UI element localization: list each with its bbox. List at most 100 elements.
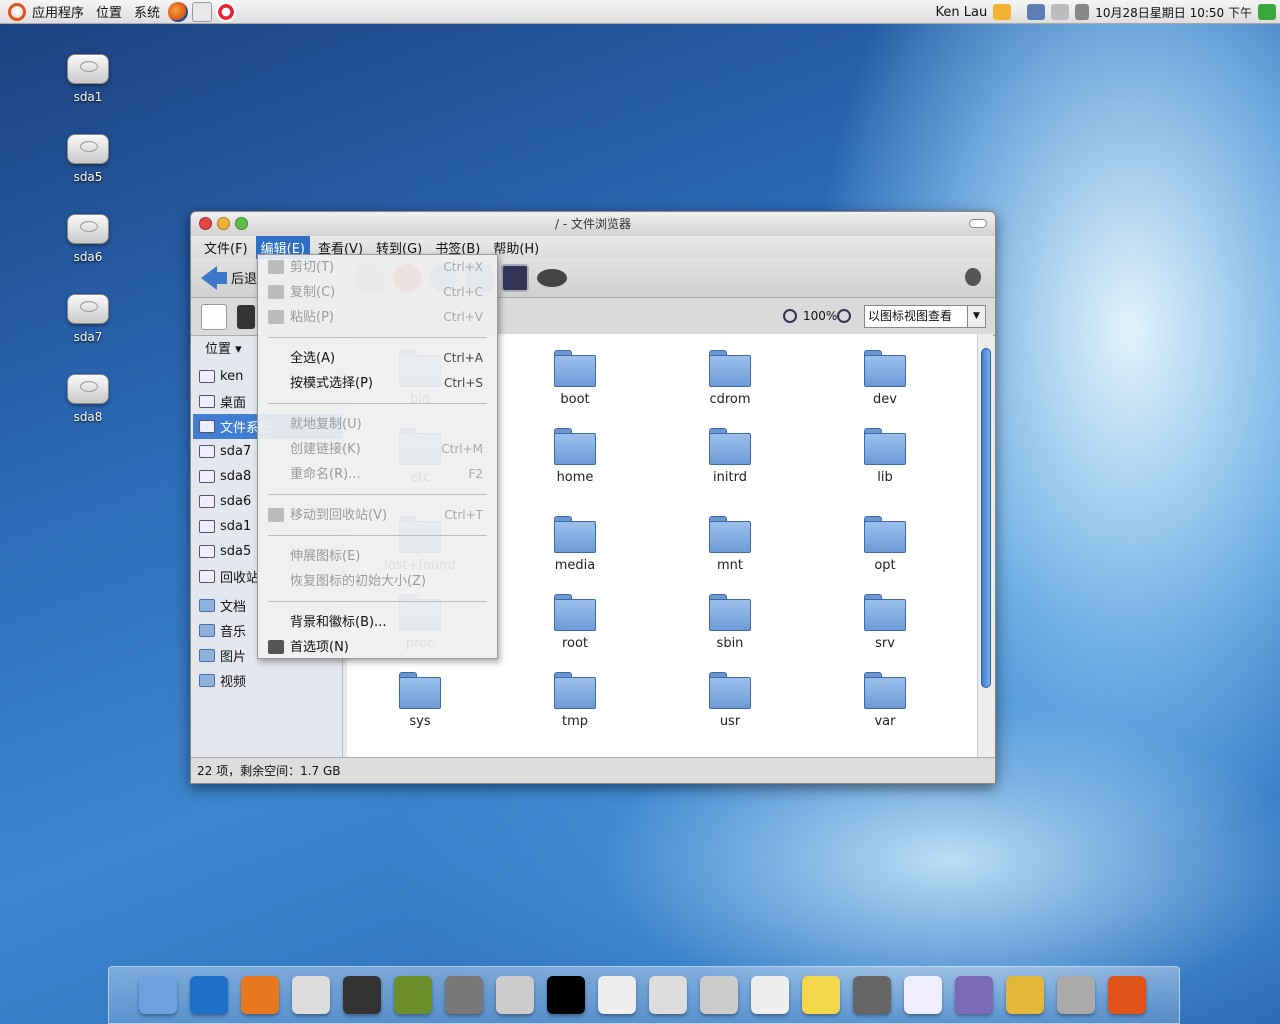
folder-dev[interactable]: dev xyxy=(835,350,935,407)
firefox-launcher-icon[interactable] xyxy=(168,1,189,22)
back-button[interactable]: 后退 xyxy=(201,265,257,290)
edit-menu-item-11[interactable]: 背景和徽标(B)... xyxy=(258,610,497,635)
view-mode-select[interactable]: 以图标视图查看 ▼ xyxy=(864,305,986,328)
folder-icon xyxy=(709,594,751,631)
folder-srv[interactable]: srv xyxy=(835,594,935,651)
edit-menu-item-5[interactable]: 就地复制(U) xyxy=(258,412,497,437)
desktop-icon-sda8[interactable]: sda8 xyxy=(58,374,118,424)
desktop-icon-sda1[interactable]: sda1 xyxy=(58,54,118,104)
edit-menu-item-1[interactable]: 复制(C) Ctrl+C xyxy=(258,280,497,305)
amarok-icon[interactable] xyxy=(547,976,585,1014)
dictionary-icon[interactable] xyxy=(394,976,432,1014)
trash-icon xyxy=(268,508,284,522)
folder-icon xyxy=(199,599,215,612)
chevron-down-icon[interactable]: ▼ xyxy=(967,306,985,327)
folder-initrd[interactable]: initrd xyxy=(680,428,780,485)
status-bar: 22 项，剩余空间：1.7 GB xyxy=(191,757,995,783)
desktop-icon-sda5[interactable]: sda5 xyxy=(58,134,118,184)
folder-sbin[interactable]: sbin xyxy=(680,594,780,651)
edit-menu-item-9[interactable]: 伸展图标(E) xyxy=(258,544,497,569)
folder-cdrom[interactable]: cdrom xyxy=(680,350,780,407)
scrollbar-thumb[interactable] xyxy=(981,348,991,688)
edit-menu-item-6[interactable]: 创建链接(K) Ctrl+M xyxy=(258,437,497,462)
folder-icon xyxy=(199,674,215,687)
folder-icon xyxy=(554,516,596,553)
ubuntu-logo-icon[interactable] xyxy=(8,2,26,21)
zoom-level: 100% xyxy=(803,309,838,323)
desktop-icon-sda6[interactable]: sda6 xyxy=(58,214,118,264)
key-icon[interactable] xyxy=(993,4,1012,20)
close-button[interactable] xyxy=(199,217,212,230)
minimize-button[interactable] xyxy=(217,217,230,230)
terminal-icon[interactable] xyxy=(343,976,381,1014)
drive-icon xyxy=(67,214,109,244)
folder-sys[interactable]: sys xyxy=(370,672,470,729)
applications-menu[interactable]: 应用程序 xyxy=(32,2,84,21)
logout-icon[interactable] xyxy=(1258,4,1276,20)
desktop-icon-sda7[interactable]: sda7 xyxy=(58,294,118,344)
maximize-button[interactable] xyxy=(235,217,248,230)
edit-menu-item-7[interactable]: 重命名(R)... F2 xyxy=(258,462,497,487)
mplayer-icon[interactable] xyxy=(904,976,942,1014)
mail-launcher-icon[interactable] xyxy=(192,1,213,22)
clock[interactable]: 10月28日星期日 10:50 下午 xyxy=(1095,4,1252,21)
dock xyxy=(108,966,1180,1024)
help-launcher-icon[interactable] xyxy=(216,1,237,22)
edit-menu-item-3[interactable]: 全选(A) Ctrl+A xyxy=(258,346,497,371)
screenshot-icon[interactable] xyxy=(496,976,534,1014)
printer-icon[interactable] xyxy=(1051,4,1070,20)
file-cabinet-icon[interactable] xyxy=(1057,976,1095,1014)
folder-boot[interactable]: boot xyxy=(525,350,625,407)
gnome-foot-icon xyxy=(965,268,981,286)
gimp-icon[interactable] xyxy=(445,976,483,1014)
system-menu[interactable]: 系统 xyxy=(134,2,160,21)
shade-button[interactable] xyxy=(969,219,987,228)
edit-menu: 剪切(T) Ctrl+X 复制(C) Ctrl+C 粘贴(P) Ctrl+V 全选(A) Ct… xyxy=(257,254,498,659)
zoom-out-icon[interactable] xyxy=(783,309,797,323)
office-writer-icon[interactable] xyxy=(598,976,636,1014)
edit-menu-item-4[interactable]: 按模式选择(P) Ctrl+S xyxy=(258,371,497,396)
folder-var[interactable]: var xyxy=(835,672,935,729)
pidgin-icon[interactable] xyxy=(190,976,228,1014)
trash-icon[interactable] xyxy=(139,976,177,1014)
drive-path-icon[interactable] xyxy=(237,304,255,329)
user-name[interactable]: Ken Lau xyxy=(936,5,988,20)
lamp-icon[interactable] xyxy=(1006,976,1044,1014)
computer-icon[interactable] xyxy=(501,263,530,292)
office-calc-icon[interactable] xyxy=(649,976,687,1014)
folder-tmp[interactable]: tmp xyxy=(525,672,625,729)
calculator-icon[interactable] xyxy=(853,976,891,1014)
folder-lib[interactable]: lib xyxy=(835,428,935,485)
title-bar[interactable]: / - 文件浏览器 xyxy=(191,212,995,236)
firefox-icon[interactable] xyxy=(241,976,279,1014)
office-draw-icon[interactable] xyxy=(751,976,789,1014)
edit-menu-item-10[interactable]: 恢复图标的初始大小(Z) xyxy=(258,569,497,594)
volume-icon[interactable] xyxy=(1075,4,1090,20)
network-icon[interactable] xyxy=(1027,4,1046,20)
sidebar-item-视频[interactable]: 视频 xyxy=(193,668,342,693)
edit-location-icon[interactable] xyxy=(201,303,227,330)
ubuntu-icon[interactable] xyxy=(1108,976,1146,1014)
edit-menu-item-8[interactable]: 移动到回收站(V) Ctrl+T xyxy=(258,503,497,528)
chat-icon[interactable] xyxy=(955,976,993,1014)
places-menu[interactable]: 位置 xyxy=(96,2,122,21)
folder-mnt[interactable]: mnt xyxy=(680,516,780,573)
menu-file[interactable]: 文件(F) xyxy=(199,236,253,259)
folder-icon xyxy=(864,350,906,387)
mail-clock-icon[interactable] xyxy=(292,976,330,1014)
edit-menu-item-0[interactable]: 剪切(T) Ctrl+X xyxy=(258,255,497,280)
folder-root[interactable]: root xyxy=(525,594,625,651)
search-binoculars-icon[interactable] xyxy=(537,268,568,287)
zoom-in-icon[interactable] xyxy=(837,309,851,323)
folder-icon xyxy=(864,672,906,709)
folder-opt[interactable]: opt xyxy=(835,516,935,573)
folder-usr[interactable]: usr xyxy=(680,672,780,729)
folder-media[interactable]: media xyxy=(525,516,625,573)
folder-home[interactable]: home xyxy=(525,428,625,485)
editor-icon[interactable] xyxy=(802,976,840,1014)
edit-menu-item-12[interactable]: 首选项(N) xyxy=(258,635,497,660)
edit-menu-item-2[interactable]: 粘贴(P) Ctrl+V xyxy=(258,305,497,330)
scrollbar[interactable] xyxy=(977,334,993,760)
office-impress-icon[interactable] xyxy=(700,976,738,1014)
drive-icon xyxy=(199,470,215,483)
